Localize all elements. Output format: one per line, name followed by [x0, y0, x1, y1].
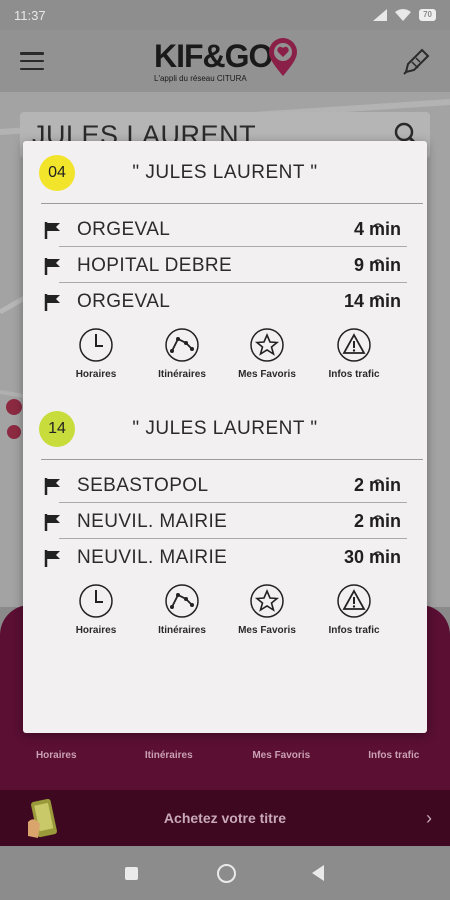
action-label: Mes Favoris [238, 369, 296, 380]
flag-icon [44, 550, 60, 567]
wait-time: 9 min [353, 255, 401, 275]
back-button[interactable] [312, 865, 324, 881]
star-icon [250, 584, 284, 618]
flag-icon [44, 258, 60, 275]
wait-time: 30 min [343, 547, 401, 567]
bottom-nav-itineraires[interactable]: Itinéraires [113, 750, 226, 761]
route-icon [165, 584, 199, 618]
action-label: Horaires [75, 625, 117, 636]
warning-icon [337, 584, 371, 618]
action-label: Infos trafic [328, 625, 380, 636]
clock-icon [79, 328, 113, 362]
divider [41, 459, 423, 460]
bottom-nav-infos-trafic[interactable]: Infos trafic [338, 750, 450, 761]
destination: ORGEVAL [77, 291, 171, 312]
divider [41, 203, 423, 204]
buy-ticket-bar[interactable]: Achetez votre titre › [0, 790, 450, 846]
departure-row[interactable]: NEUVIL. MAIRIE 2 min [23, 503, 427, 539]
flag-icon [44, 222, 60, 239]
stop-title: " JULES LAURENT " [132, 162, 318, 183]
action-bar: Horaires Itinéraires Mes Favoris Infos t… [23, 327, 427, 387]
stop-departures-dialog: 04 " JULES LAURENT " ORGEVAL 4 min HOPIT… [23, 141, 427, 733]
flag-icon [44, 294, 60, 311]
favoris-button[interactable]: Mes Favoris [227, 583, 307, 636]
buy-ticket-label: Achetez votre titre [163, 810, 287, 826]
departure-row[interactable]: ORGEVAL 4 min [23, 211, 427, 247]
bottom-nav-horaires[interactable]: Horaires [0, 750, 113, 761]
horaires-button[interactable]: Horaires [56, 327, 136, 380]
itineraires-button[interactable]: Itinéraires [142, 583, 222, 636]
wait-time: 2 min [353, 511, 401, 531]
app-header: KIF&GO L'appli du réseau CITURA [0, 30, 450, 92]
bottom-nav: Horaires Itinéraires Mes Favoris Infos t… [0, 750, 450, 761]
star-icon [250, 328, 284, 362]
stop-title: " JULES LAURENT " [132, 418, 318, 439]
clock-icon [79, 584, 113, 618]
logo-text: KIF&GO [154, 38, 273, 74]
warning-icon [337, 328, 371, 362]
action-label: Mes Favoris [238, 625, 296, 636]
departure-row[interactable]: HOPITAL DEBRE 9 min [23, 247, 427, 283]
recents-button[interactable] [125, 867, 138, 880]
route-icon [165, 328, 199, 362]
destination: NEUVIL. MAIRIE [77, 547, 228, 568]
wait-time: 4 min [353, 219, 401, 239]
itineraires-button[interactable]: Itinéraires [142, 327, 222, 380]
horaires-button[interactable]: Horaires [56, 583, 136, 636]
status-icons: 70 [373, 9, 436, 21]
status-bar: 11:37 70 [0, 0, 450, 30]
edit-icon[interactable] [398, 44, 432, 78]
action-label: Itinéraires [158, 369, 206, 380]
wait-time: 14 min [343, 291, 401, 311]
departure-list: SEBASTOPOL 2 min NEUVIL. MAIRIE 2 min NE… [23, 467, 427, 575]
action-bar: Horaires Itinéraires Mes Favoris Infos t… [23, 583, 427, 643]
departure-row[interactable]: SEBASTOPOL 2 min [23, 467, 427, 503]
favoris-button[interactable]: Mes Favoris [227, 327, 307, 380]
section-header: 14 " JULES LAURENT " [23, 397, 427, 460]
battery-icon: 70 [419, 9, 436, 21]
status-time: 11:37 [14, 7, 46, 23]
action-label: Horaires [75, 369, 117, 380]
menu-icon[interactable] [20, 52, 44, 70]
section-header: 04 " JULES LAURENT " [23, 141, 427, 204]
departure-row[interactable]: ORGEVAL 14 min [23, 283, 427, 319]
logo-pin-icon [269, 38, 297, 76]
wifi-icon [395, 9, 412, 21]
infos-trafic-button[interactable]: Infos trafic [314, 583, 394, 636]
flag-icon [44, 478, 60, 495]
home-button[interactable] [217, 864, 236, 883]
line-section-14: 14 " JULES LAURENT " SEBASTOPOL 2 min NE… [23, 397, 427, 636]
infos-trafic-button[interactable]: Infos trafic [314, 327, 394, 380]
departure-row[interactable]: NEUVIL. MAIRIE 30 min [23, 539, 427, 575]
destination: ORGEVAL [77, 219, 171, 240]
destination: HOPITAL DEBRE [77, 255, 233, 276]
action-label: Infos trafic [328, 369, 380, 380]
destination: SEBASTOPOL [77, 475, 209, 496]
android-nav-bar [0, 846, 450, 900]
wait-time: 2 min [353, 475, 401, 495]
destination: NEUVIL. MAIRIE [77, 511, 228, 532]
chevron-right-icon: › [426, 808, 432, 828]
line-section-04: 04 " JULES LAURENT " ORGEVAL 4 min HOPIT… [23, 141, 427, 380]
bottom-nav-favoris[interactable]: Mes Favoris [225, 750, 338, 761]
action-label: Itinéraires [158, 625, 206, 636]
app-logo: KIF&GO L'appli du réseau CITURA [150, 38, 300, 88]
flag-icon [44, 514, 60, 531]
departure-list: ORGEVAL 4 min HOPITAL DEBRE 9 min ORGEVA… [23, 211, 427, 319]
logo-tagline: L'appli du réseau CITURA [154, 74, 247, 83]
signal-icon [373, 9, 388, 21]
